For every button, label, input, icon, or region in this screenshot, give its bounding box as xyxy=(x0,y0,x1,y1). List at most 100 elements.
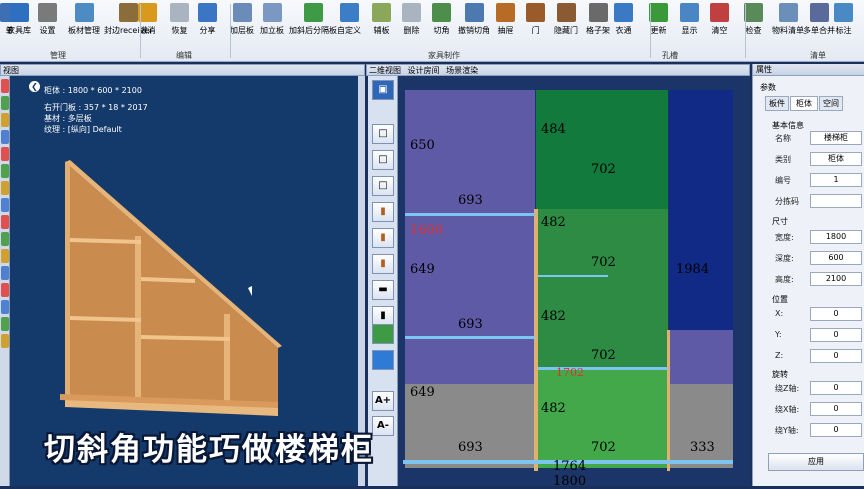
ribbon-btn-13[interactable]: 删除 xyxy=(402,3,421,45)
left-tool-icon[interactable] xyxy=(1,96,9,110)
left-tool-icon[interactable] xyxy=(1,130,9,144)
panel-tool-icon[interactable]: ▮ xyxy=(372,306,394,326)
back-arrow-icon[interactable]: ❮ xyxy=(29,81,40,92)
field-input[interactable]: 600 xyxy=(810,251,862,265)
left-tool-icon[interactable] xyxy=(1,300,9,314)
left-tool-icon[interactable] xyxy=(1,79,9,93)
left-tool-icon[interactable] xyxy=(1,317,9,331)
shelf-line-2 xyxy=(405,336,535,339)
props-title: 属性 xyxy=(753,64,864,76)
field-input[interactable] xyxy=(810,194,862,208)
side-view-icon[interactable]: □ xyxy=(372,176,394,196)
ribbon-btn-label: 切角 xyxy=(433,26,450,35)
refresh-icon xyxy=(649,3,668,22)
props-section-label: 位置 xyxy=(772,295,788,304)
left-tool-icon[interactable] xyxy=(1,113,9,127)
field-input[interactable]: 0 xyxy=(810,349,862,363)
ribbon-btn-12[interactable]: 辅板 xyxy=(372,3,391,45)
cabinet-info: 柜体 : 1800 * 600 * 2100 右开门板 : 357 * 18 *… xyxy=(44,85,148,135)
ribbon-btn-14[interactable]: 切角 xyxy=(432,3,451,45)
field-input[interactable]: 柜体 xyxy=(810,152,862,166)
shelf-tool-icon[interactable]: ▬ xyxy=(372,280,394,300)
tab-design-room[interactable]: 设计房间 xyxy=(408,66,444,75)
green-box-icon[interactable] xyxy=(372,324,394,344)
field-input[interactable]: 0 xyxy=(810,307,862,321)
ribbon-btn-label: 删除 xyxy=(403,26,420,35)
door-icon xyxy=(526,3,545,22)
left-tool-icon[interactable] xyxy=(1,232,9,246)
ribbon-btn-10[interactable]: 加斜后分隔板 xyxy=(289,3,337,45)
left-tool-icon[interactable] xyxy=(1,334,9,348)
left-tool-icon[interactable] xyxy=(1,266,9,280)
ribbon-btn-3[interactable]: 板材管理 xyxy=(68,3,100,45)
left-tool-icon[interactable] xyxy=(1,215,9,229)
gear-icon xyxy=(38,3,57,22)
field-input[interactable]: 2100 xyxy=(810,272,862,286)
left-tool-icon[interactable] xyxy=(1,283,9,297)
left-tool-icon[interactable] xyxy=(1,164,9,178)
ribbon-btn-19[interactable]: 格子架 xyxy=(586,3,610,45)
ribbon-btn-23[interactable]: 清空 xyxy=(710,3,729,45)
ribbon-btn-7[interactable]: 分享 xyxy=(198,3,217,45)
add-item-icon[interactable] xyxy=(372,350,394,370)
ribbon-btn-16[interactable]: 抽屉 xyxy=(496,3,515,45)
section-mid-middle xyxy=(536,209,668,369)
ribbon-btn-17[interactable]: 门 xyxy=(526,3,545,45)
ribbon-btn-15[interactable]: 撤销切角 xyxy=(458,3,490,45)
ribbon-btn-22[interactable]: 显示 xyxy=(680,3,699,45)
dim-333: 333 xyxy=(690,440,715,455)
check-icon xyxy=(744,3,763,22)
field-label: 深度: xyxy=(775,254,794,263)
apply-button[interactable]: 应用 xyxy=(768,453,864,471)
cube-view-icon[interactable]: ▣ xyxy=(372,80,394,100)
door-right-icon[interactable]: ▮ xyxy=(372,228,394,248)
door-double-icon[interactable]: ▮ xyxy=(372,254,394,274)
top-view-icon[interactable]: □ xyxy=(372,150,394,170)
door-left-icon[interactable]: ▮ xyxy=(372,202,394,222)
field-input[interactable]: 楼梯柜 xyxy=(810,131,862,145)
rail-icon xyxy=(614,3,633,22)
ribbon-btn-2[interactable]: 设置 xyxy=(38,3,57,45)
tab-board[interactable]: 板件 xyxy=(765,96,789,111)
ribbon-btn-9[interactable]: 加立板 xyxy=(260,3,284,45)
field-input[interactable]: 0 xyxy=(810,402,862,416)
ribbon-btn-26[interactable]: 多单合并 xyxy=(803,3,835,45)
font-decrease-button[interactable]: A- xyxy=(372,416,394,436)
ribbon-btn-11[interactable]: 自定义 xyxy=(337,3,361,45)
tab-cabinet[interactable]: 柜体 xyxy=(790,96,818,111)
left-tool-icon[interactable] xyxy=(1,147,9,161)
field-label: 绕X轴: xyxy=(775,405,800,414)
divider-left xyxy=(534,209,538,471)
field-input[interactable]: 0 xyxy=(810,381,862,395)
dim-649-b: 649 xyxy=(410,385,435,400)
ribbon-btn-18[interactable]: 隐藏门 xyxy=(554,3,578,45)
field-label: Y: xyxy=(775,330,782,339)
ribbon-btn-24[interactable]: 检查 xyxy=(744,3,763,45)
ribbon-btn-20[interactable]: 衣通 xyxy=(614,3,633,45)
ribbon-btn-6[interactable]: 恢复 xyxy=(170,3,189,45)
field-input[interactable]: 0 xyxy=(810,423,862,437)
view2d-canvas[interactable]: 650 693 484 702 1600 482 649 702 1984 69… xyxy=(398,76,750,489)
ribbon-btn-8[interactable]: 加层板 xyxy=(230,3,254,45)
left-tool-icon[interactable] xyxy=(1,249,9,263)
tab-scene-render[interactable]: 场景渲染 xyxy=(446,66,478,75)
field-input[interactable]: 0 xyxy=(810,328,862,342)
ribbon-btn-1[interactable]: 家具库 xyxy=(7,3,31,45)
field-input[interactable]: 1800 xyxy=(810,230,862,244)
basic-info-label: 基本信息 xyxy=(772,121,804,130)
video-caption: 切斜角功能巧做楼梯柜 xyxy=(44,432,374,468)
ribbon-btn-21[interactable]: 更新 xyxy=(649,3,668,45)
ribbon-btn-label: 抽屉 xyxy=(497,26,514,35)
tab-space[interactable]: 空间 xyxy=(819,96,843,111)
field-input[interactable]: 1 xyxy=(810,173,862,187)
left-tool-icon[interactable] xyxy=(1,198,9,212)
field-label: 编号 xyxy=(775,176,791,185)
left-tool-icon[interactable] xyxy=(1,181,9,195)
font-increase-button[interactable]: A+ xyxy=(372,391,394,411)
front-view-icon[interactable]: □ xyxy=(372,124,394,144)
ribbon-btn-27[interactable]: 标注 xyxy=(834,3,853,45)
ribbon-btn-25[interactable]: 物料清单 xyxy=(772,3,804,45)
cabinet-2d-drawing: 650 693 484 702 1600 482 649 702 1984 69… xyxy=(403,90,733,489)
tab-2d-view[interactable]: 二维视图 xyxy=(369,66,405,75)
cabinet-divider-2 xyxy=(224,314,230,406)
